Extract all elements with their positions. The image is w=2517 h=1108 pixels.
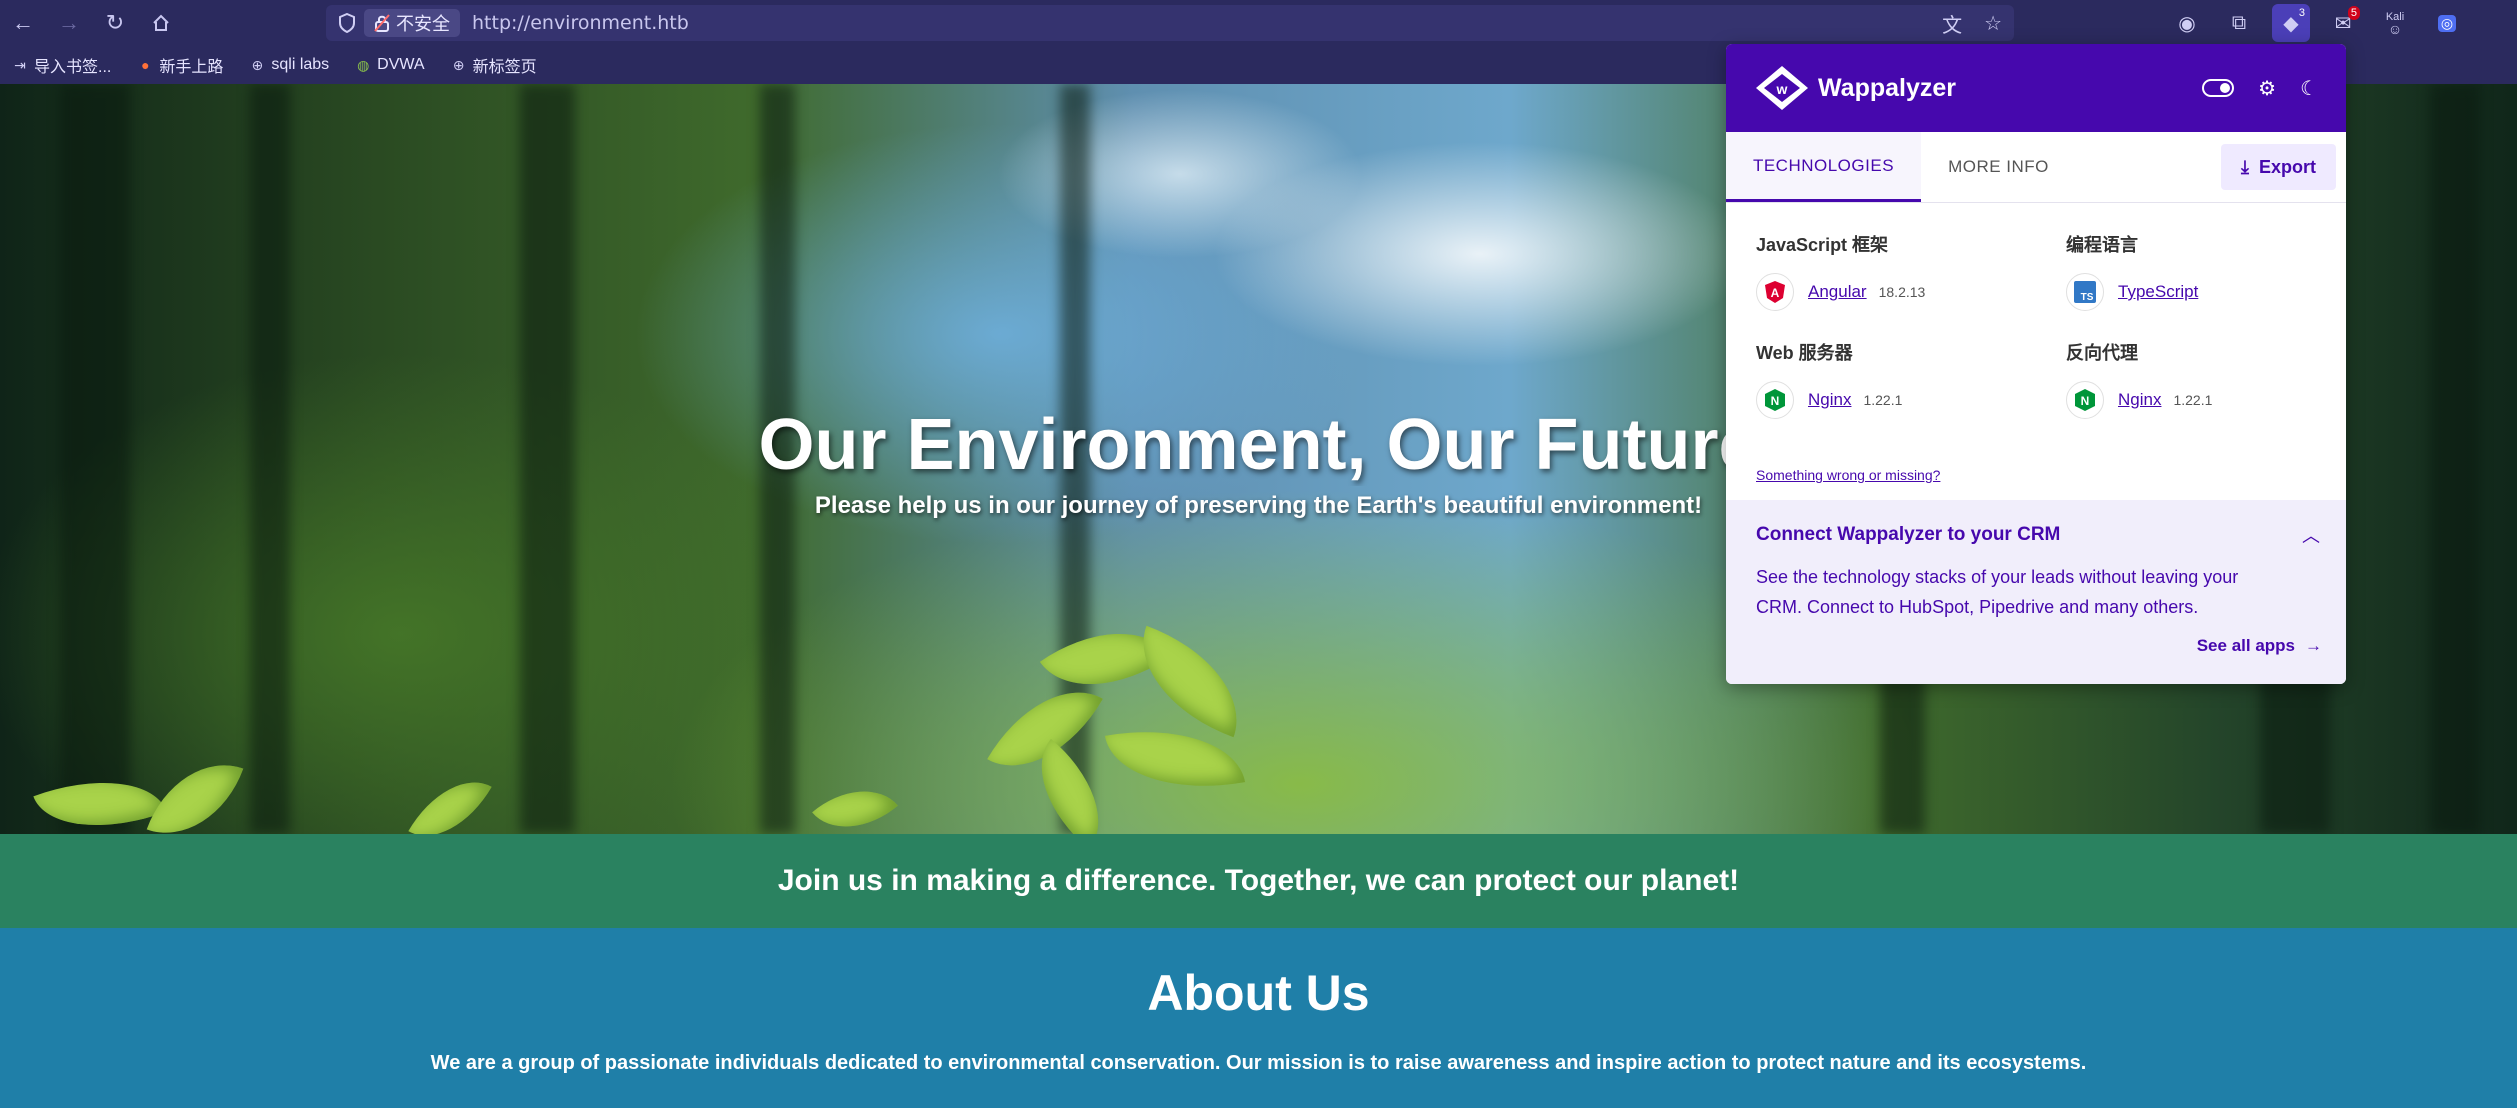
tracking-shield-icon[interactable]	[330, 5, 364, 41]
angular-icon: A	[1756, 273, 1794, 311]
kali-extension-button[interactable]: Kali ☺	[2376, 4, 2414, 42]
dvwa-icon: ◍	[357, 56, 370, 73]
wappalyzer-popup: w Wappalyzer ⚙ ☾ TECHNOLOGIES MORE INFO …	[1726, 44, 2346, 684]
insecure-badge[interactable]: 不安全	[364, 9, 460, 37]
category-reverse-proxies: 反向代理 N Nginx 1.22.1	[2066, 339, 2346, 419]
wappalyzer-tabs: TECHNOLOGIES MORE INFO ⤓ Export	[1726, 132, 2346, 203]
category-title: 编程语言	[2066, 235, 2138, 255]
back-button[interactable]: ←	[0, 0, 46, 46]
moon-icon[interactable]: ☾	[2300, 76, 2318, 101]
crm-title[interactable]: Connect Wappalyzer to your CRM	[1756, 524, 2060, 546]
about-title: About Us	[1147, 965, 1370, 1021]
wappalyzer-badge: 3	[2295, 6, 2308, 20]
kali-icon: ☺	[2387, 21, 2403, 37]
bookmark-getting-started[interactable]: ● 新手上路	[137, 53, 223, 77]
home-icon	[153, 14, 169, 31]
tech-link-angular[interactable]: Angular	[1808, 282, 1867, 302]
lock-insecure-icon	[374, 14, 390, 32]
import-icon: ⇥	[14, 56, 26, 73]
svg-text:TS: TS	[2081, 292, 2094, 303]
mail-badge: 5	[2347, 6, 2360, 20]
see-all-apps-label: See all apps	[2196, 636, 2295, 655]
arrow-right-icon: →	[58, 10, 80, 35]
cta-band: Join us in making a difference. Together…	[0, 834, 2517, 928]
wappalyzer-logo-icon: w	[1754, 64, 1810, 112]
wappalyzer-brand: Wappalyzer	[1818, 73, 1957, 102]
tab-more-info[interactable]: MORE INFO	[1921, 132, 2076, 202]
tech-version: 1.22.1	[1863, 392, 1903, 408]
browser-toolbar: ← → ↻ 不安全 http://environment.htb 文 ☆ ◉ ⧉…	[0, 0, 2517, 46]
see-all-apps-link[interactable]: See all apps →	[2197, 636, 2322, 656]
wappalyzer-header: w Wappalyzer ⚙ ☾	[1726, 44, 2346, 132]
bookmark-label: 导入书签...	[34, 59, 112, 76]
category-title: Web 服务器	[1756, 343, 1853, 363]
tech-link-typescript[interactable]: TypeScript	[2118, 282, 2198, 302]
bookmark-label: 新标签页	[472, 59, 537, 76]
tab-technologies[interactable]: TECHNOLOGIES	[1726, 132, 1921, 202]
reload-icon: ↻	[105, 10, 125, 35]
insecure-label: 不安全	[396, 14, 450, 34]
bookmark-label: 新手上路	[159, 59, 224, 76]
category-title: JavaScript 框架	[1756, 235, 1889, 255]
arrow-right-icon: →	[2305, 636, 2322, 655]
extensions-icon[interactable]: ⧉	[2220, 4, 2258, 42]
category-title: 反向代理	[2066, 343, 2138, 363]
export-label: Export	[2258, 156, 2316, 177]
globe-icon: ⊕	[452, 56, 465, 73]
toggle-switch[interactable]	[2202, 79, 2235, 97]
category-javascript-frameworks: JavaScript 框架 A Angular 18.2.13	[1756, 231, 2036, 311]
bookmark-star-icon[interactable]: ☆	[1984, 11, 2002, 36]
svg-text:N: N	[1771, 394, 1780, 408]
account-icon[interactable]: ◉	[2168, 4, 2206, 42]
svg-text:A: A	[1771, 286, 1780, 300]
bookmark-label: sqli labs	[271, 56, 330, 73]
tech-link-nginx-proxy[interactable]: Nginx	[2118, 390, 2161, 410]
tech-link-nginx[interactable]: Nginx	[1808, 390, 1851, 410]
url-bar[interactable]: 不安全 http://environment.htb 文 ☆	[326, 5, 2014, 41]
typescript-icon: TS	[2066, 273, 2104, 311]
bookmark-sqli-labs[interactable]: ⊕ sqli labs	[249, 56, 329, 74]
forward-button[interactable]: →	[46, 0, 92, 46]
crm-panel: Connect Wappalyzer to your CRM ︿ See the…	[1726, 500, 2346, 684]
nginx-icon: N	[1756, 381, 1794, 419]
technologies-grid: JavaScript 框架 A Angular 18.2.13 编程语言 TS …	[1726, 203, 2346, 499]
svg-text:w: w	[1776, 81, 1788, 97]
globe-icon: ⊕	[251, 56, 264, 73]
bookmark-dvwa[interactable]: ◍ DVWA	[355, 56, 425, 74]
bookmark-import[interactable]: ⇥ 导入书签...	[12, 53, 111, 77]
bookmark-new-tab[interactable]: ⊕ 新标签页	[451, 53, 537, 77]
nginx-icon: N	[2066, 381, 2104, 419]
download-icon: ⤓	[2241, 156, 2249, 177]
tech-version: 1.22.1	[2173, 392, 2213, 408]
category-programming-languages: 编程语言 TS TypeScript	[2066, 231, 2346, 311]
svg-text:N: N	[2081, 394, 2090, 408]
home-button[interactable]	[138, 0, 184, 46]
category-web-servers: Web 服务器 N Nginx 1.22.1	[1756, 339, 2036, 419]
cta-band-text: Join us in making a difference. Together…	[777, 864, 1740, 897]
about-text: We are a group of passionate individuals…	[430, 1052, 2087, 1074]
about-section: About Us We are a group of passionate in…	[0, 928, 2517, 1108]
gear-icon[interactable]: ⚙	[2258, 76, 2276, 101]
screenshot-extension-icon[interactable]: ◎	[2428, 4, 2466, 42]
something-wrong-link[interactable]: Something wrong or missing?	[1756, 467, 1940, 483]
reload-button[interactable]: ↻	[92, 0, 138, 46]
crm-text: See the technology stacks of your leads …	[1756, 567, 2239, 617]
tech-version: 18.2.13	[1878, 284, 1926, 300]
wappalyzer-extension-button[interactable]: ◆ 3	[2272, 4, 2310, 42]
chevron-up-icon[interactable]: ︿	[2302, 522, 2320, 548]
arrow-left-icon: ←	[12, 10, 34, 35]
url-text[interactable]: http://environment.htb	[472, 12, 689, 34]
export-button[interactable]: ⤓ Export	[2221, 144, 2336, 190]
firefox-icon: ●	[141, 57, 150, 73]
mail-extension-button[interactable]: ✉ 5	[2324, 4, 2362, 42]
translate-icon[interactable]: 文	[1942, 9, 1962, 38]
bookmark-label: DVWA	[377, 56, 425, 73]
